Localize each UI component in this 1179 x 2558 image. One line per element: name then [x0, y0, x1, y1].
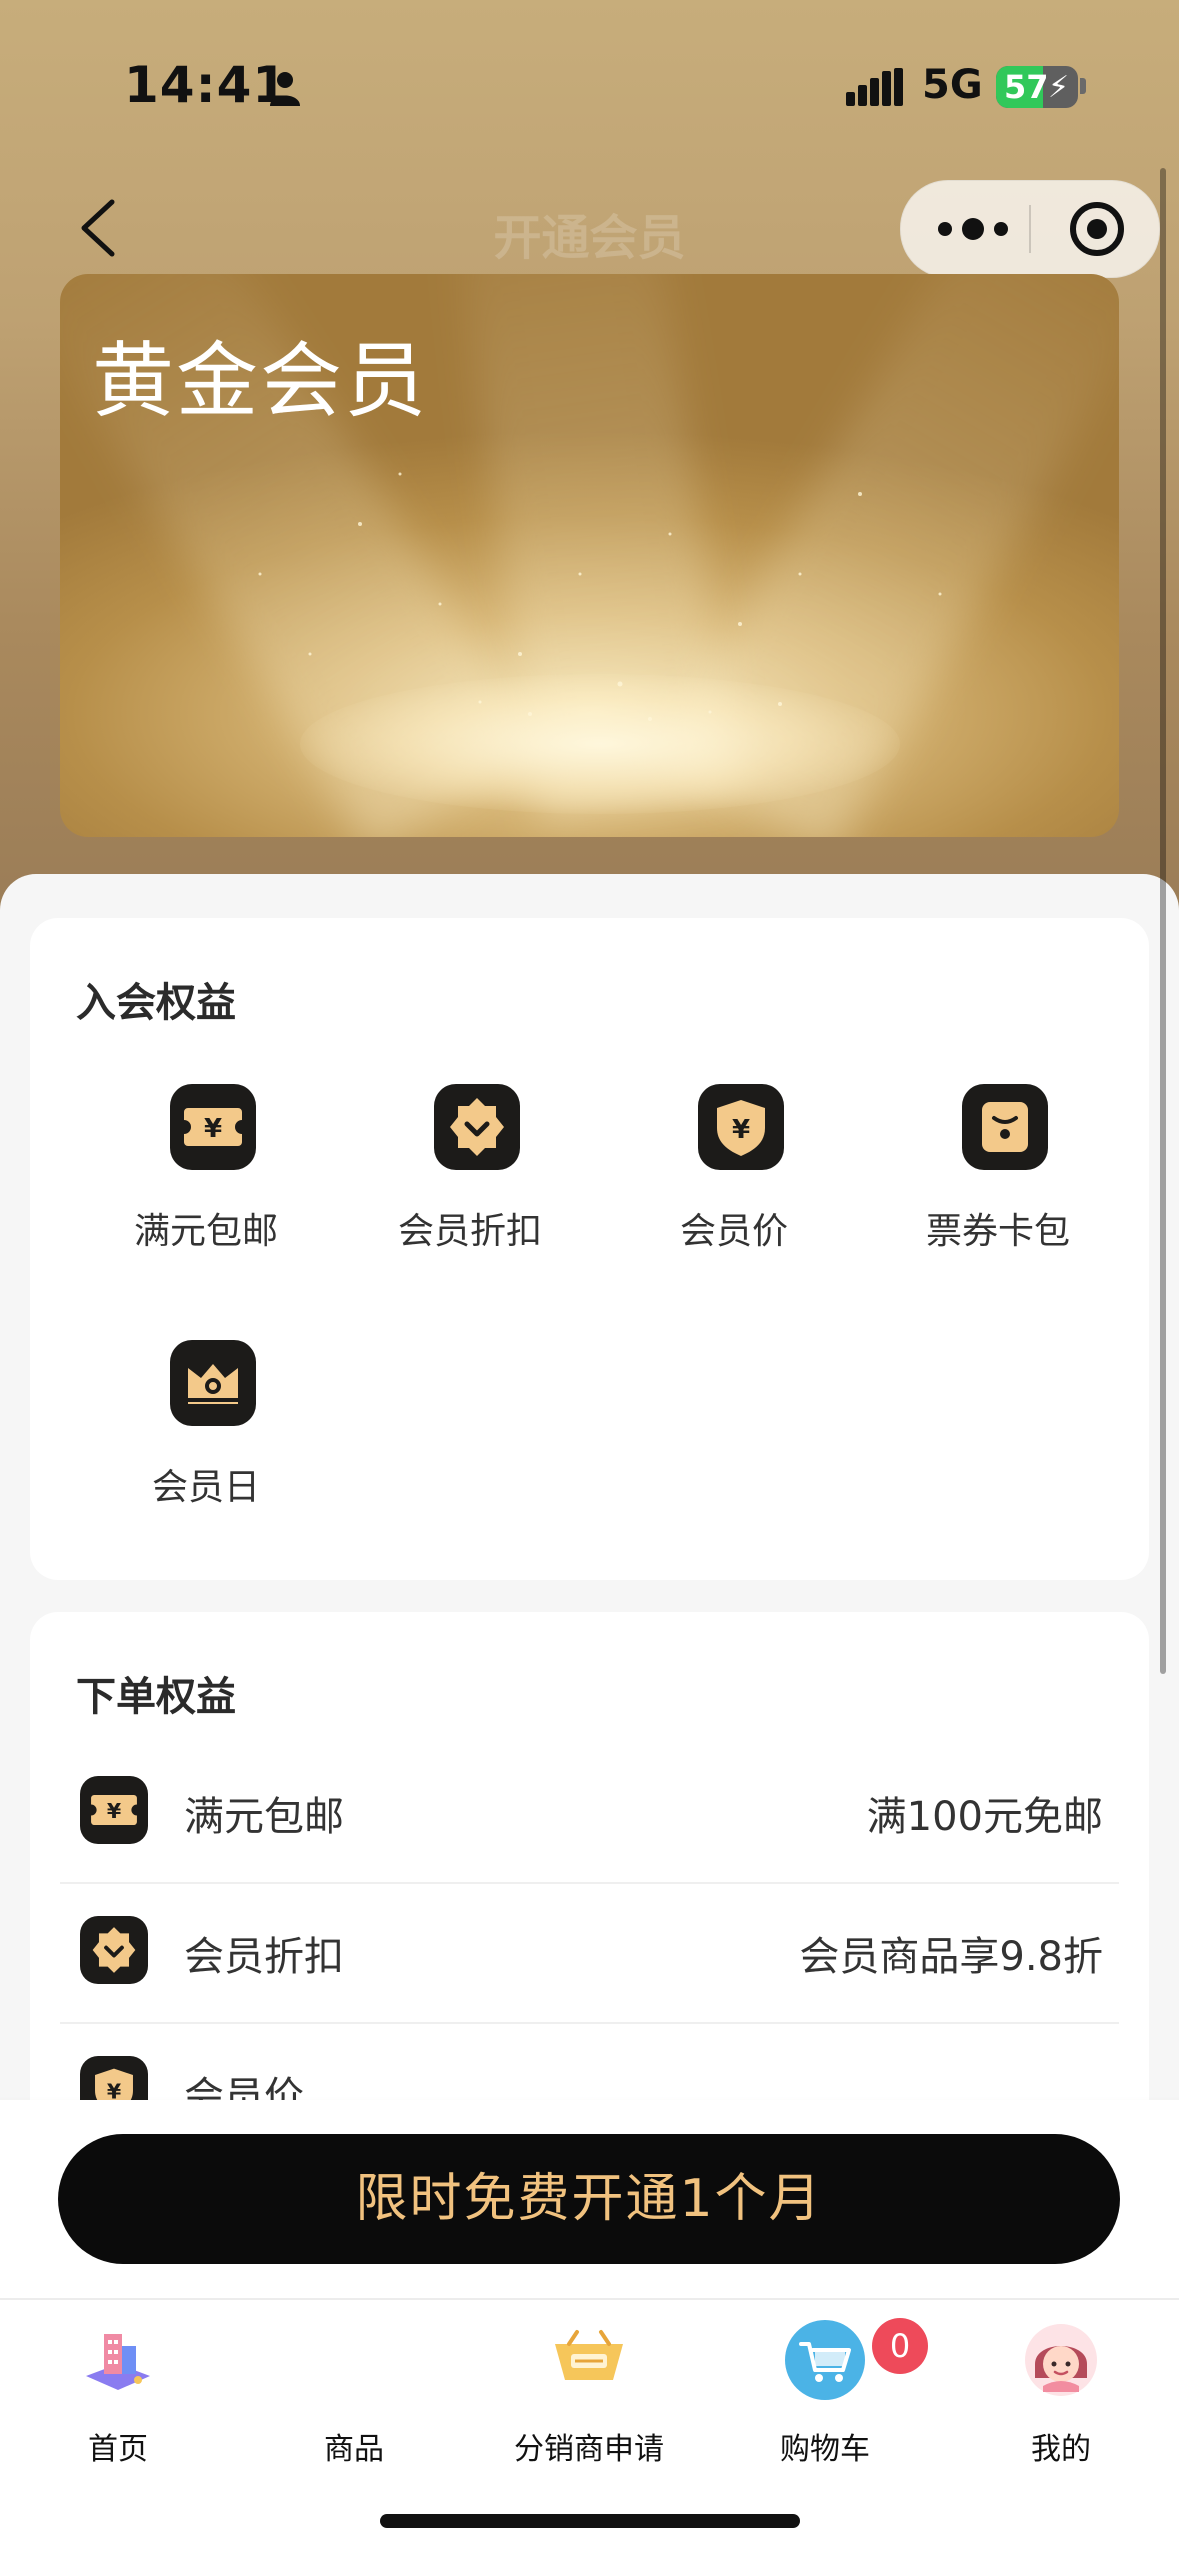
status-bar: 14:41 5G 57 ⚡	[0, 48, 1179, 128]
yuan-shield-icon: ¥	[698, 1084, 784, 1170]
yuan-ticket-icon: ¥	[170, 1084, 256, 1170]
benefit-label: 票券卡包	[925, 1211, 1070, 1252]
miniprogram-capsule	[900, 180, 1160, 278]
cellular-signal-icon	[846, 68, 903, 106]
benefit-coupon-wallet[interactable]: 票券卡包	[866, 1084, 1130, 1284]
more-dots-icon[interactable]	[931, 199, 1015, 259]
capsule-divider	[1029, 205, 1031, 253]
tab-label: 购物车	[780, 2432, 870, 2467]
benefit-free-shipping[interactable]: ¥ 满元包邮	[74, 1084, 338, 1284]
order-benefit-row[interactable]: 会员折扣 会员商品享9.8折	[60, 1882, 1119, 2024]
tab-label: 分销商申请	[514, 2432, 664, 2467]
tab-profile[interactable]: 我的	[943, 2320, 1179, 2467]
membership-card: 黄金会员	[60, 274, 1119, 837]
svg-text:¥: ¥	[107, 1799, 122, 1823]
person-icon	[270, 72, 300, 106]
tab-distributor-apply[interactable]: 分销商申请	[471, 2320, 707, 2467]
scrollbar[interactable]	[1160, 168, 1166, 1674]
order-benefits-title: 下单权益	[76, 1674, 236, 1720]
join-benefits-title: 入会权益	[76, 980, 236, 1026]
benefit-label: 满元包邮	[133, 1211, 278, 1252]
benefit-member-day[interactable]: 会员日	[74, 1340, 338, 1540]
card-title: 黄金会员	[92, 334, 429, 429]
coupon-wallet-icon	[962, 1084, 1048, 1170]
benefit-label: 会员折扣	[397, 1211, 542, 1252]
charging-bolt-icon: ⚡	[1048, 70, 1070, 105]
tab-label: 商品	[324, 2432, 384, 2467]
home-building-icon	[86, 2334, 150, 2390]
network-type: 5G	[922, 62, 983, 108]
order-benefit-value: 满100元免邮	[866, 1794, 1103, 1840]
battery-icon: 57 ⚡	[996, 66, 1078, 108]
tab-home[interactable]: 首页	[0, 2320, 236, 2467]
tab-products[interactable]: 商品	[236, 2320, 472, 2467]
close-target-icon[interactable]	[1067, 199, 1127, 259]
yuan-ticket-icon: ¥	[80, 1776, 148, 1844]
benefit-member-discount[interactable]: 会员折扣	[338, 1084, 602, 1284]
order-benefit-row[interactable]: ¥ 满元包邮 满100元免邮	[60, 1742, 1119, 1884]
user-avatar-icon	[1025, 2324, 1097, 2396]
order-benefit-name: 会员折扣	[184, 1934, 344, 1980]
svg-text:¥: ¥	[204, 1114, 222, 1144]
discount-badge-icon	[80, 1916, 148, 1984]
distributor-icon	[555, 2330, 623, 2380]
benefit-label: 会员日	[151, 1467, 260, 1508]
svg-text:¥: ¥	[732, 1115, 750, 1145]
benefit-member-price[interactable]: ¥ 会员价	[602, 1084, 866, 1284]
cart-count-badge: 0	[872, 2318, 928, 2374]
battery-percent: 57	[1004, 68, 1049, 106]
order-benefit-value: 会员商品享9.8折	[799, 1934, 1103, 1980]
shopping-cart-icon	[785, 2320, 865, 2400]
join-benefits-panel: 入会权益 ¥ 满元包邮 会员折扣 ¥ 会员价 票券卡包 会员日	[30, 918, 1149, 1580]
activate-membership-button[interactable]: 限时免费开通1个月	[58, 2134, 1120, 2264]
battery-tip	[1080, 78, 1086, 94]
status-time: 14:41	[124, 56, 289, 114]
tab-label: 首页	[88, 2432, 148, 2467]
discount-badge-icon	[434, 1084, 520, 1170]
benefit-label: 会员价	[679, 1211, 788, 1252]
crown-icon	[170, 1340, 256, 1426]
tab-label: 我的	[1031, 2432, 1091, 2467]
home-indicator[interactable]	[380, 2514, 800, 2528]
order-benefit-name: 满元包邮	[184, 1794, 344, 1840]
